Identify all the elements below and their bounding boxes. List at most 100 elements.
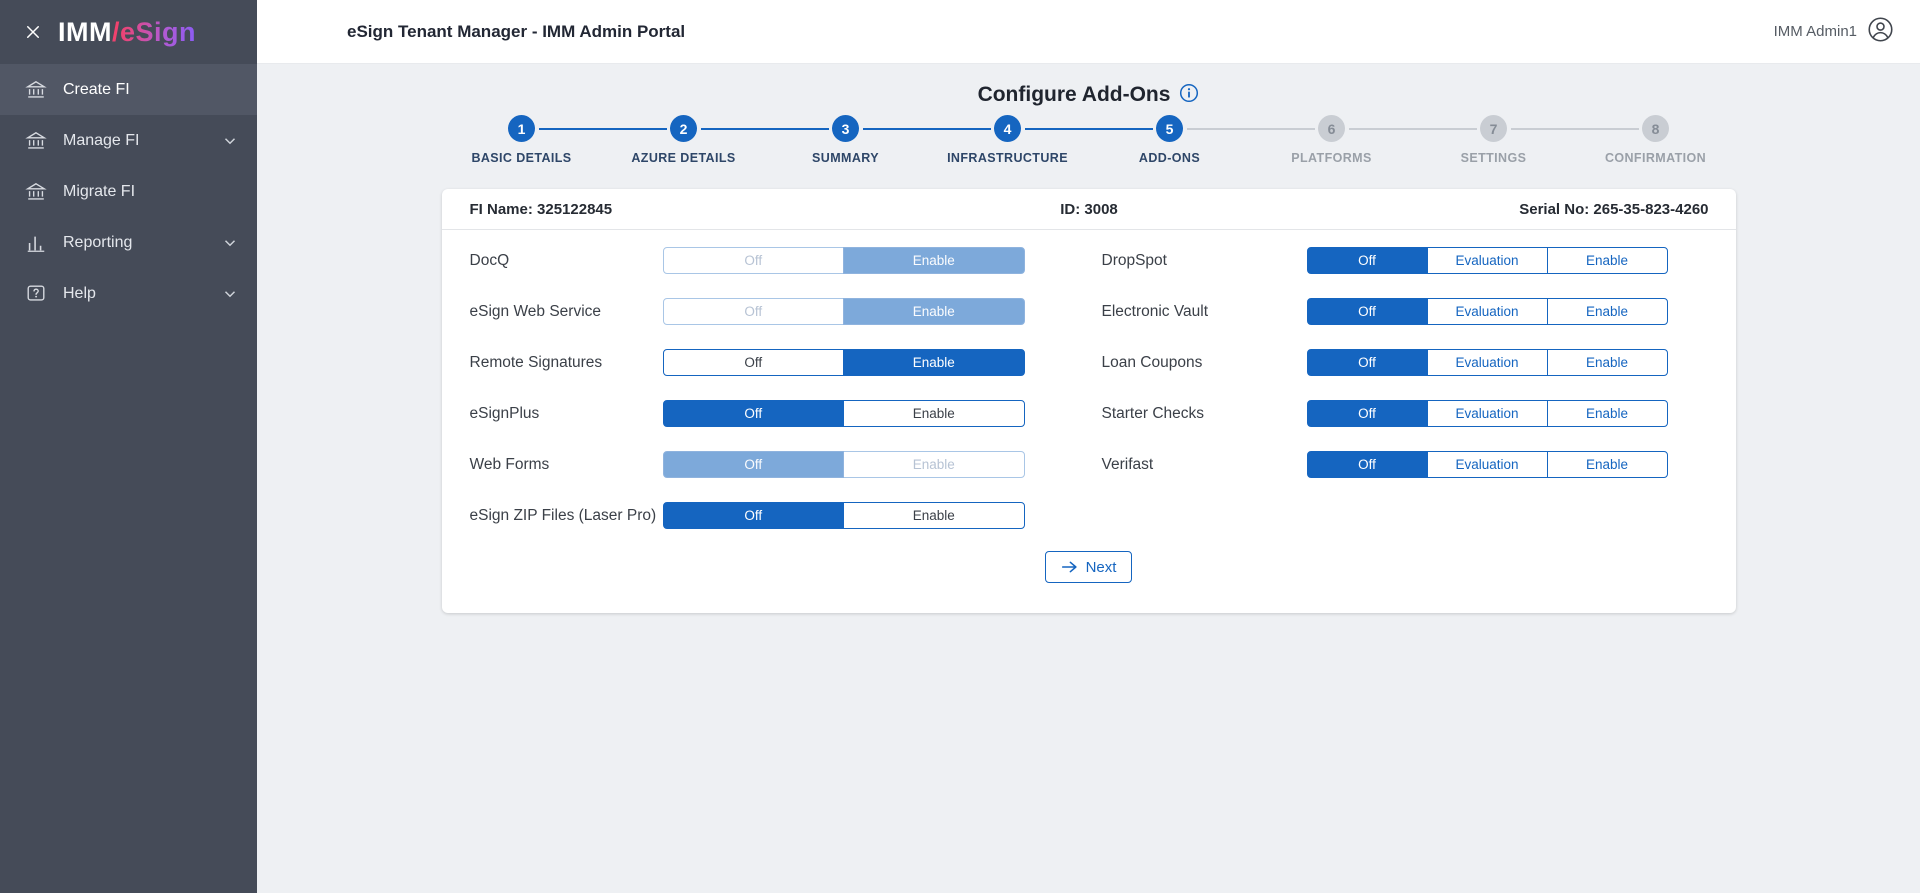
loan-coupons-evaluation-button[interactable]: Evaluation: [1426, 349, 1548, 376]
docq-off-button[interactable]: Off: [662, 247, 844, 274]
verifast-evaluation-button[interactable]: Evaluation: [1426, 451, 1548, 478]
esign-web-service-off-button[interactable]: Off: [662, 298, 844, 325]
sidebar-item-help[interactable]: Help: [0, 268, 257, 319]
addon-label: Verifast: [1101, 455, 1154, 473]
bar-chart-icon: [24, 231, 48, 255]
user-menu[interactable]: IMM Admin1: [1774, 16, 1894, 48]
step-label: INFRASTRUCTURE: [947, 151, 1068, 165]
chevron-down-icon: [221, 132, 239, 150]
electronic-vault-evaluation-button[interactable]: Evaluation: [1426, 298, 1548, 325]
chevron-down-icon: [221, 285, 239, 303]
addon-row-starter-checks: Starter Checks Off Evaluation Enable: [1102, 388, 1668, 439]
starter-checks-enable-button[interactable]: Enable: [1546, 400, 1668, 427]
main-area: eSign Tenant Manager - IMM Admin Portal …: [257, 0, 1920, 893]
step-circle: 8: [1642, 115, 1669, 142]
page-title: eSign Tenant Manager - IMM Admin Portal: [347, 21, 686, 41]
close-icon[interactable]: [20, 19, 46, 45]
step-circle: 7: [1480, 115, 1507, 142]
step-azure-details[interactable]: 2 AZURE DETAILS: [603, 115, 829, 165]
addon-label: eSignPlus: [469, 404, 540, 422]
addon-row-dropspot: DropSpot Off Evaluation Enable: [1102, 235, 1668, 286]
addon-label: Starter Checks: [1101, 404, 1205, 422]
addon-row-esignplus: eSignPlus Off Enable: [470, 388, 1025, 439]
verifast-toggle: Off Evaluation Enable: [1306, 451, 1668, 478]
addons-column-right: DropSpot Off Evaluation Enable Electroni…: [1102, 235, 1668, 541]
step-add-ons[interactable]: 5 ADD-ONS: [1089, 115, 1315, 165]
addon-label: DropSpot: [1101, 251, 1167, 269]
step-label: ADD-ONS: [1138, 151, 1201, 165]
sidebar-item-reporting[interactable]: Reporting: [0, 217, 257, 268]
addon-row-loan-coupons: Loan Coupons Off Evaluation Enable: [1102, 337, 1668, 388]
addon-label: eSign Web Service: [469, 302, 602, 320]
step-settings[interactable]: 7 SETTINGS: [1413, 115, 1639, 165]
web-forms-off-button[interactable]: Off: [662, 451, 844, 478]
user-name: IMM Admin1: [1773, 23, 1857, 40]
app-logo: IMM/eSign: [58, 17, 196, 48]
info-icon[interactable]: [1179, 83, 1199, 103]
step-label: PLATFORMS: [1291, 151, 1372, 165]
step-summary[interactable]: 3 SUMMARY: [765, 115, 991, 165]
esignplus-off-button[interactable]: Off: [662, 400, 844, 427]
starter-checks-off-button[interactable]: Off: [1306, 400, 1428, 427]
esign-web-service-toggle: Off Enable: [662, 298, 1025, 325]
addon-row-verifast: Verifast Off Evaluation Enable: [1102, 439, 1668, 490]
dropspot-enable-button[interactable]: Enable: [1546, 247, 1668, 274]
sidebar-item-migrate-fi[interactable]: Migrate FI: [0, 166, 257, 217]
esign-zip-files-enable-button[interactable]: Enable: [843, 502, 1025, 529]
addon-label: Remote Signatures: [469, 353, 603, 371]
esign-zip-files-off-button[interactable]: Off: [662, 502, 844, 529]
addon-label: Electronic Vault: [1101, 302, 1209, 320]
sidebar-item-label: Migrate FI: [63, 182, 136, 200]
esignplus-enable-button[interactable]: Enable: [843, 400, 1025, 427]
sidebar-item-label: Help: [63, 284, 96, 302]
bank-icon: [24, 180, 48, 204]
wizard-stepper: 1 BASIC DETAILS 2 AZURE DETAILS 3 SUMMAR…: [257, 115, 1920, 165]
bank-icon: [24, 78, 48, 102]
remote-signatures-enable-button[interactable]: Enable: [843, 349, 1025, 376]
fi-name-label: FI Name: 325122845: [469, 200, 613, 218]
loan-coupons-off-button[interactable]: Off: [1306, 349, 1428, 376]
addon-row-docq: DocQ Off Enable: [470, 235, 1025, 286]
sidebar-item-manage-fi[interactable]: Manage FI: [0, 115, 257, 166]
electronic-vault-enable-button[interactable]: Enable: [1546, 298, 1668, 325]
web-forms-enable-button[interactable]: Enable: [843, 451, 1025, 478]
docq-toggle: Off Enable: [662, 247, 1025, 274]
sidebar-item-label: Manage FI: [63, 131, 140, 149]
verifast-enable-button[interactable]: Enable: [1546, 451, 1668, 478]
next-row: Next: [442, 551, 1736, 583]
sidebar-nav: Create FI Manage FI Migrate FI Reporting…: [0, 64, 257, 319]
addon-label: Web Forms: [469, 455, 550, 473]
addon-row-esign-zip-files: eSign ZIP Files (Laser Pro) Off Enable: [470, 490, 1025, 541]
sidebar-item-create-fi[interactable]: Create FI: [0, 64, 257, 115]
step-label: BASIC DETAILS: [471, 151, 572, 165]
addon-row-web-forms: Web Forms Off Enable: [470, 439, 1025, 490]
step-infrastructure[interactable]: 4 INFRASTRUCTURE: [927, 115, 1153, 165]
sidebar-item-label: Reporting: [63, 233, 133, 251]
addon-label: eSign ZIP Files (Laser Pro): [469, 506, 657, 524]
remote-signatures-off-button[interactable]: Off: [662, 349, 844, 376]
section-title-row: Configure Add-Ons: [257, 64, 1920, 108]
verifast-off-button[interactable]: Off: [1306, 451, 1428, 478]
step-platforms[interactable]: 6 PLATFORMS: [1251, 115, 1477, 165]
card-body: DocQ Off Enable eSign Web Service Off En…: [442, 230, 1736, 541]
electronic-vault-off-button[interactable]: Off: [1306, 298, 1428, 325]
starter-checks-toggle: Off Evaluation Enable: [1306, 400, 1668, 427]
esign-web-service-enable-button[interactable]: Enable: [843, 298, 1025, 325]
card-header: FI Name: 325122845 ID: 3008 Serial No: 2…: [441, 189, 1736, 230]
step-label: SUMMARY: [812, 151, 879, 165]
logo-imm: IMM: [58, 16, 112, 47]
fi-id-label: ID: 3008: [1060, 200, 1118, 218]
step-confirmation[interactable]: 8 CONFIRMATION: [1575, 115, 1737, 165]
docq-enable-button[interactable]: Enable: [843, 247, 1025, 274]
loan-coupons-enable-button[interactable]: Enable: [1546, 349, 1668, 376]
dropspot-off-button[interactable]: Off: [1306, 247, 1428, 274]
step-circle: 3: [832, 115, 859, 142]
dropspot-toggle: Off Evaluation Enable: [1306, 247, 1668, 274]
step-circle: 1: [508, 115, 535, 142]
next-button[interactable]: Next: [1044, 551, 1133, 583]
starter-checks-evaluation-button[interactable]: Evaluation: [1426, 400, 1548, 427]
dropspot-evaluation-button[interactable]: Evaluation: [1426, 247, 1548, 274]
addons-column-left: DocQ Off Enable eSign Web Service Off En…: [470, 235, 1025, 541]
step-basic-details[interactable]: 1 BASIC DETAILS: [441, 115, 667, 165]
esign-zip-files-toggle: Off Enable: [662, 502, 1025, 529]
